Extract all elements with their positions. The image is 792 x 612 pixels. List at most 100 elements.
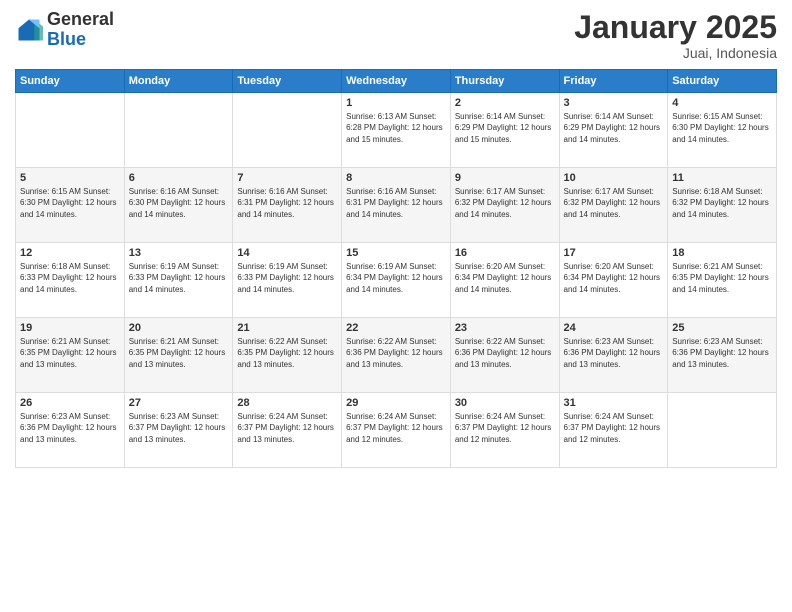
day-number-22: 22 bbox=[346, 322, 446, 334]
cell-w2-d1: 5 Sunrise: 6:15 AM Sunset: 6:30 PM Daylig… bbox=[16, 168, 125, 243]
day-number-3: 3 bbox=[564, 97, 664, 109]
cell-w4-d4: 22 Sunrise: 6:22 AM Sunset: 6:36 PM Dayli… bbox=[342, 318, 451, 393]
day-number-17: 17 bbox=[564, 247, 664, 259]
cell-w1-d2 bbox=[124, 93, 233, 168]
day-number-9: 9 bbox=[455, 172, 555, 184]
day-number-31: 31 bbox=[564, 397, 664, 409]
cell-w5-d2: 27Sunrise: 6:23 AM Sunset: 6:37 PM Dayli… bbox=[124, 393, 233, 468]
cell-w1-d3 bbox=[233, 93, 342, 168]
cell-w5-d7 bbox=[668, 393, 777, 468]
day-info-12: Sunrise: 6:18 AM Sunset: 6:33 PM Dayligh… bbox=[20, 261, 120, 295]
day-info-10: Sunrise: 6:17 AM Sunset: 6:32 PM Dayligh… bbox=[564, 186, 664, 220]
cell-w4-d3: 21Sunrise: 6:22 AM Sunset: 6:35 PM Dayli… bbox=[233, 318, 342, 393]
week-row-2: 5 Sunrise: 6:15 AM Sunset: 6:30 PM Daylig… bbox=[16, 168, 777, 243]
cell-w5-d6: 31 Sunrise: 6:24 AM Sunset: 6:37 PM Dayli… bbox=[559, 393, 668, 468]
day-number-13: 13 bbox=[129, 247, 229, 259]
day-number-14: 14 bbox=[237, 247, 337, 259]
cell-w2-d4: 8Sunrise: 6:16 AM Sunset: 6:31 PM Daylig… bbox=[342, 168, 451, 243]
day-number-26: 26 bbox=[20, 397, 120, 409]
cell-w4-d7: 25 Sunrise: 6:23 AM Sunset: 6:36 PM Dayli… bbox=[668, 318, 777, 393]
day-info-21: Sunrise: 6:22 AM Sunset: 6:35 PM Dayligh… bbox=[237, 336, 337, 370]
cell-w3-d2: 13 Sunrise: 6:19 AM Sunset: 6:33 PM Dayli… bbox=[124, 243, 233, 318]
cell-w2-d6: 10 Sunrise: 6:17 AM Sunset: 6:32 PM Dayli… bbox=[559, 168, 668, 243]
header-tuesday: Tuesday bbox=[233, 70, 342, 93]
cell-w1-d6: 3 Sunrise: 6:14 AM Sunset: 6:29 PM Daylig… bbox=[559, 93, 668, 168]
header-wednesday: Wednesday bbox=[342, 70, 451, 93]
day-info-4: Sunrise: 6:15 AM Sunset: 6:30 PM Dayligh… bbox=[672, 111, 772, 145]
day-info-20: Sunrise: 6:21 AM Sunset: 6:35 PM Dayligh… bbox=[129, 336, 229, 370]
day-info-6: Sunrise: 6:16 AM Sunset: 6:30 PM Dayligh… bbox=[129, 186, 229, 220]
day-info-8: Sunrise: 6:16 AM Sunset: 6:31 PM Dayligh… bbox=[346, 186, 446, 220]
day-info-24: Sunrise: 6:23 AM Sunset: 6:36 PM Dayligh… bbox=[564, 336, 664, 370]
day-number-25: 25 bbox=[672, 322, 772, 334]
day-info-30: Sunrise: 6:24 AM Sunset: 6:37 PM Dayligh… bbox=[455, 411, 555, 445]
day-number-16: 16 bbox=[455, 247, 555, 259]
logo: General Blue bbox=[15, 10, 114, 50]
day-info-13: Sunrise: 6:19 AM Sunset: 6:33 PM Dayligh… bbox=[129, 261, 229, 295]
day-number-18: 18 bbox=[672, 247, 772, 259]
day-info-15: Sunrise: 6:19 AM Sunset: 6:34 PM Dayligh… bbox=[346, 261, 446, 295]
logo-text: General Blue bbox=[47, 10, 114, 50]
cell-w3-d6: 17 Sunrise: 6:20 AM Sunset: 6:34 PM Dayli… bbox=[559, 243, 668, 318]
logo-blue-text: Blue bbox=[47, 29, 86, 49]
day-number-1: 1 bbox=[346, 97, 446, 109]
cell-w2-d3: 7 Sunrise: 6:16 AM Sunset: 6:31 PM Daylig… bbox=[233, 168, 342, 243]
cell-w1-d1 bbox=[16, 93, 125, 168]
day-number-29: 29 bbox=[346, 397, 446, 409]
logo-general-text: General bbox=[47, 9, 114, 29]
cell-w1-d5: 2 Sunrise: 6:14 AM Sunset: 6:29 PM Daylig… bbox=[450, 93, 559, 168]
calendar-page: General Blue January 2025 Juai, Indonesi… bbox=[0, 0, 792, 612]
cell-w4-d1: 19Sunrise: 6:21 AM Sunset: 6:35 PM Dayli… bbox=[16, 318, 125, 393]
day-number-23: 23 bbox=[455, 322, 555, 334]
cell-w4-d6: 24Sunrise: 6:23 AM Sunset: 6:36 PM Dayli… bbox=[559, 318, 668, 393]
day-info-9: Sunrise: 6:17 AM Sunset: 6:32 PM Dayligh… bbox=[455, 186, 555, 220]
week-row-4: 19 Sunrise: 6:21 AM Sunset: 6:35 PM Dayli… bbox=[16, 318, 777, 393]
day-info-25: Sunrise: 6:23 AM Sunset: 6:36 PM Dayligh… bbox=[672, 336, 772, 370]
cell-w5-d3: 28 Sunrise: 6:24 AM Sunset: 6:37 PM Dayli… bbox=[233, 393, 342, 468]
day-number-6: 6 bbox=[129, 172, 229, 184]
day-info-22: Sunrise: 6:22 AM Sunset: 6:36 PM Dayligh… bbox=[346, 336, 446, 370]
calendar-header: Sunday Monday Tuesday Wednesday Thursday… bbox=[16, 70, 777, 93]
logo-icon bbox=[15, 16, 43, 44]
day-number-19: 19 bbox=[20, 322, 120, 334]
calendar-table: Sunday Monday Tuesday Wednesday Thursday… bbox=[15, 69, 777, 468]
cell-w5-d4: 29Sunrise: 6:24 AM Sunset: 6:37 PM Dayli… bbox=[342, 393, 451, 468]
cell-w5-d1: 26 Sunrise: 6:23 AM Sunset: 6:36 PM Dayli… bbox=[16, 393, 125, 468]
header-thursday: Thursday bbox=[450, 70, 559, 93]
cell-w3-d4: 15 Sunrise: 6:19 AM Sunset: 6:34 PM Dayli… bbox=[342, 243, 451, 318]
day-number-10: 10 bbox=[564, 172, 664, 184]
day-info-2: Sunrise: 6:14 AM Sunset: 6:29 PM Dayligh… bbox=[455, 111, 555, 145]
header-friday: Friday bbox=[559, 70, 668, 93]
day-info-3: Sunrise: 6:14 AM Sunset: 6:29 PM Dayligh… bbox=[564, 111, 664, 145]
day-info-5: Sunrise: 6:15 AM Sunset: 6:30 PM Dayligh… bbox=[20, 186, 120, 220]
cell-w4-d2: 20Sunrise: 6:21 AM Sunset: 6:35 PM Dayli… bbox=[124, 318, 233, 393]
cell-w2-d7: 11Sunrise: 6:18 AM Sunset: 6:32 PM Dayli… bbox=[668, 168, 777, 243]
location: Juai, Indonesia bbox=[574, 45, 777, 61]
cell-w2-d5: 9 Sunrise: 6:17 AM Sunset: 6:32 PM Daylig… bbox=[450, 168, 559, 243]
day-info-23: Sunrise: 6:22 AM Sunset: 6:36 PM Dayligh… bbox=[455, 336, 555, 370]
week-row-5: 26 Sunrise: 6:23 AM Sunset: 6:36 PM Dayli… bbox=[16, 393, 777, 468]
day-info-31: Sunrise: 6:24 AM Sunset: 6:37 PM Dayligh… bbox=[564, 411, 664, 445]
header-sunday: Sunday bbox=[16, 70, 125, 93]
title-block: January 2025 Juai, Indonesia bbox=[574, 10, 777, 61]
day-number-5: 5 bbox=[20, 172, 120, 184]
day-number-2: 2 bbox=[455, 97, 555, 109]
cell-w1-d7: 4 Sunrise: 6:15 AM Sunset: 6:30 PM Daylig… bbox=[668, 93, 777, 168]
cell-w3-d1: 12Sunrise: 6:18 AM Sunset: 6:33 PM Dayli… bbox=[16, 243, 125, 318]
day-info-26: Sunrise: 6:23 AM Sunset: 6:36 PM Dayligh… bbox=[20, 411, 120, 445]
calendar-body: 1 Sunrise: 6:13 AM Sunset: 6:28 PM Daylig… bbox=[16, 93, 777, 468]
day-info-28: Sunrise: 6:24 AM Sunset: 6:37 PM Dayligh… bbox=[237, 411, 337, 445]
day-number-27: 27 bbox=[129, 397, 229, 409]
day-number-4: 4 bbox=[672, 97, 772, 109]
cell-w4-d5: 23 Sunrise: 6:22 AM Sunset: 6:36 PM Dayli… bbox=[450, 318, 559, 393]
day-info-17: Sunrise: 6:20 AM Sunset: 6:34 PM Dayligh… bbox=[564, 261, 664, 295]
cell-w5-d5: 30Sunrise: 6:24 AM Sunset: 6:37 PM Dayli… bbox=[450, 393, 559, 468]
day-info-7: Sunrise: 6:16 AM Sunset: 6:31 PM Dayligh… bbox=[237, 186, 337, 220]
cell-w2-d2: 6 Sunrise: 6:16 AM Sunset: 6:30 PM Daylig… bbox=[124, 168, 233, 243]
day-number-7: 7 bbox=[237, 172, 337, 184]
day-number-28: 28 bbox=[237, 397, 337, 409]
day-info-1: Sunrise: 6:13 AM Sunset: 6:28 PM Dayligh… bbox=[346, 111, 446, 145]
cell-w3-d5: 16Sunrise: 6:20 AM Sunset: 6:34 PM Dayli… bbox=[450, 243, 559, 318]
day-number-15: 15 bbox=[346, 247, 446, 259]
cell-w1-d4: 1 Sunrise: 6:13 AM Sunset: 6:28 PM Daylig… bbox=[342, 93, 451, 168]
